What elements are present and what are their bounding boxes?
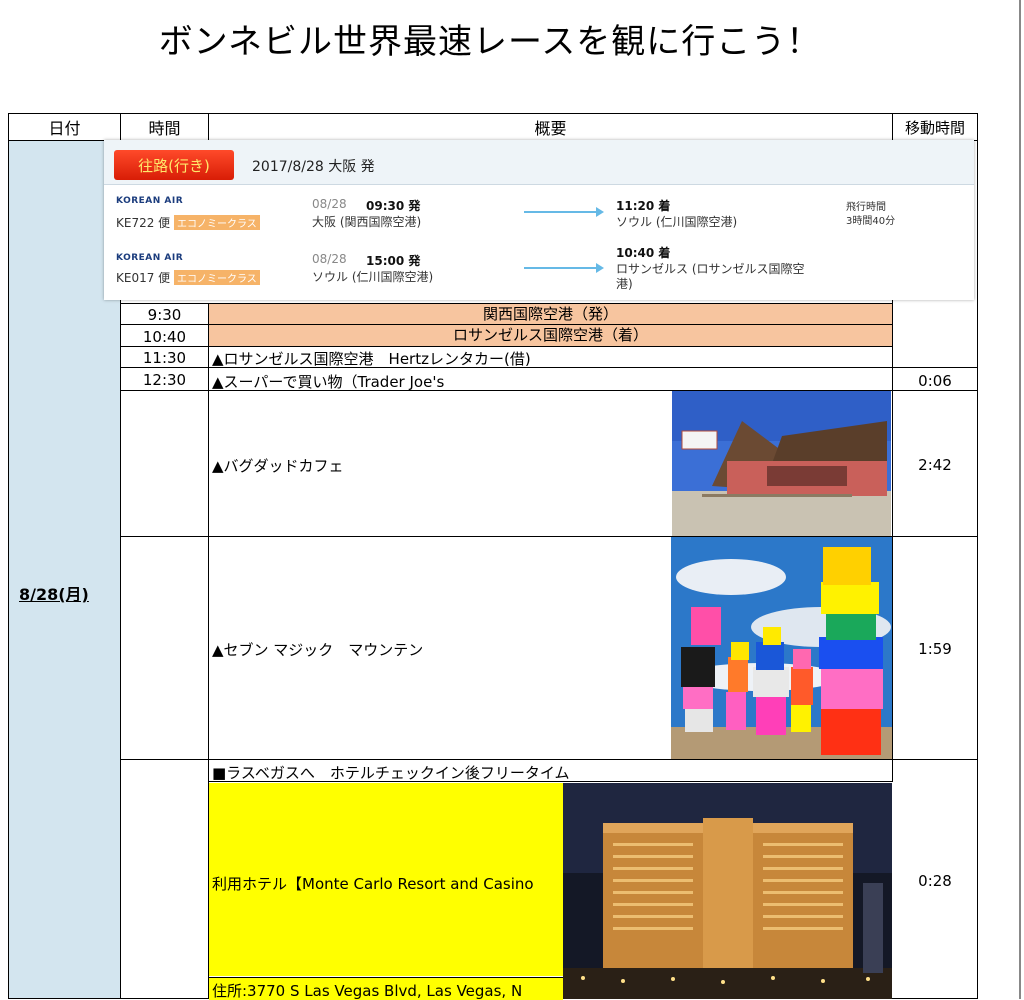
class-badge: エコノミークラス xyxy=(174,215,260,230)
outbound-badge: 往路(行き) xyxy=(114,150,234,180)
row-summary-orange: ロサンゼルス国際空港（着） xyxy=(208,324,893,347)
row-summary-text: ▲バグダッドカフェ xyxy=(212,457,344,475)
row-time-cell xyxy=(120,536,209,760)
departure-airport: 大阪 (関西国際空港) xyxy=(312,215,422,229)
header-date-label: 日付 xyxy=(48,119,81,138)
bagdad-cafe-photo xyxy=(672,391,891,536)
monte-carlo-hotel-photo xyxy=(563,783,892,999)
airline-logo: KOREAN AIR xyxy=(116,196,184,206)
row-summary-text: ▲スーパーで買い物（Trader Joe's xyxy=(212,373,445,391)
class-badge: エコノミークラス xyxy=(174,270,260,285)
row-summary-text: 関西国際空港（発） xyxy=(482,305,618,323)
arrow-icon xyxy=(524,207,604,217)
route-title: 2017/8/28 大阪 発 xyxy=(252,159,375,175)
header-summary-label: 概要 xyxy=(534,119,567,138)
monte-carlo-hotel-illustration xyxy=(563,783,892,999)
row-time: 11:30 xyxy=(142,349,187,367)
seven-magic-mountains-photo xyxy=(671,537,892,759)
header-date: 日付 xyxy=(8,113,121,141)
row-time-cell xyxy=(120,390,209,537)
row-time: 9:30 xyxy=(147,306,182,324)
row-summary-text: ロサンゼルス国際空港（着） xyxy=(452,326,648,344)
seven-magic-mountains-illustration xyxy=(671,537,892,759)
flight-panel: 往路(行き) 2017/8/28 大阪 発 KOREAN AIR KE722 便… xyxy=(104,140,974,300)
row-time: 10:40 xyxy=(142,328,187,346)
page-border xyxy=(1019,0,1021,999)
arrival-airport: ロサンゼルス (ロサンゼルス国際空 xyxy=(616,262,805,276)
header-move-label: 移動時間 xyxy=(904,118,965,137)
row-move-time: 1:59 xyxy=(918,640,952,658)
arrival-time: 10:40 着 xyxy=(616,246,671,260)
row-move-time: 0:06 xyxy=(918,372,952,390)
hotel-name-cell: 利用ホテル【Monte Carlo Resort and Casino xyxy=(209,783,563,976)
hotel-name: 利用ホテル【Monte Carlo Resort and Casino xyxy=(212,875,534,893)
arrival-airport: ソウル (仁川国際空港) xyxy=(616,215,738,229)
row-move-time: 2:42 xyxy=(918,456,952,474)
header-move: 移動時間 xyxy=(892,113,978,141)
row-move-time: 0:28 xyxy=(918,872,952,890)
arrow-icon xyxy=(524,263,604,273)
bagdad-cafe-illustration xyxy=(672,391,891,536)
hotel-address-cell: 住所:3770 S Las Vegas Blvd, Las Vegas, N xyxy=(209,977,563,1000)
flight-number: KE722 便 xyxy=(116,216,171,230)
departure-date: 08/28 xyxy=(312,252,347,266)
duration-value: 3時間40分 xyxy=(846,216,896,227)
arrival-airport-cont: 港) xyxy=(616,277,633,291)
header-summary: 概要 xyxy=(208,113,893,141)
departure-time: 15:00 発 xyxy=(366,254,421,268)
arrival-time: 11:20 着 xyxy=(616,199,671,213)
row-time-cell xyxy=(120,759,209,999)
departure-airport: ソウル (仁川国際空港) xyxy=(312,270,434,284)
flight-number: KE017 便 xyxy=(116,271,171,285)
departure-time: 09:30 発 xyxy=(366,199,421,213)
duration-label: 飛行時間 xyxy=(846,202,886,213)
row-time: 12:30 xyxy=(142,371,187,389)
row-summary-orange: 関西国際空港（発） xyxy=(208,303,893,325)
row-summary-text: ▲ロサンゼルス国際空港 Hertzレンタカー(借) xyxy=(212,350,531,368)
page-title: ボンネビル世界最速レースを観に行こう！ xyxy=(158,22,822,62)
row-summary-text: ▲セブン マジック マウンテン xyxy=(212,641,424,659)
date-label: 8/28(月) xyxy=(19,585,89,604)
flight-panel-header: 往路(行き) 2017/8/28 大阪 発 xyxy=(104,140,974,185)
departure-date: 08/28 xyxy=(312,197,347,211)
airline-logo: KOREAN AIR xyxy=(116,253,184,263)
header-time: 時間 xyxy=(120,113,209,141)
hotel-address: 住所:3770 S Las Vegas Blvd, Las Vegas, N xyxy=(212,982,523,1000)
header-time-label: 時間 xyxy=(148,119,181,138)
row-summary-text: ■ラスベガスへ ホテルチェックイン後フリータイム xyxy=(212,764,570,782)
